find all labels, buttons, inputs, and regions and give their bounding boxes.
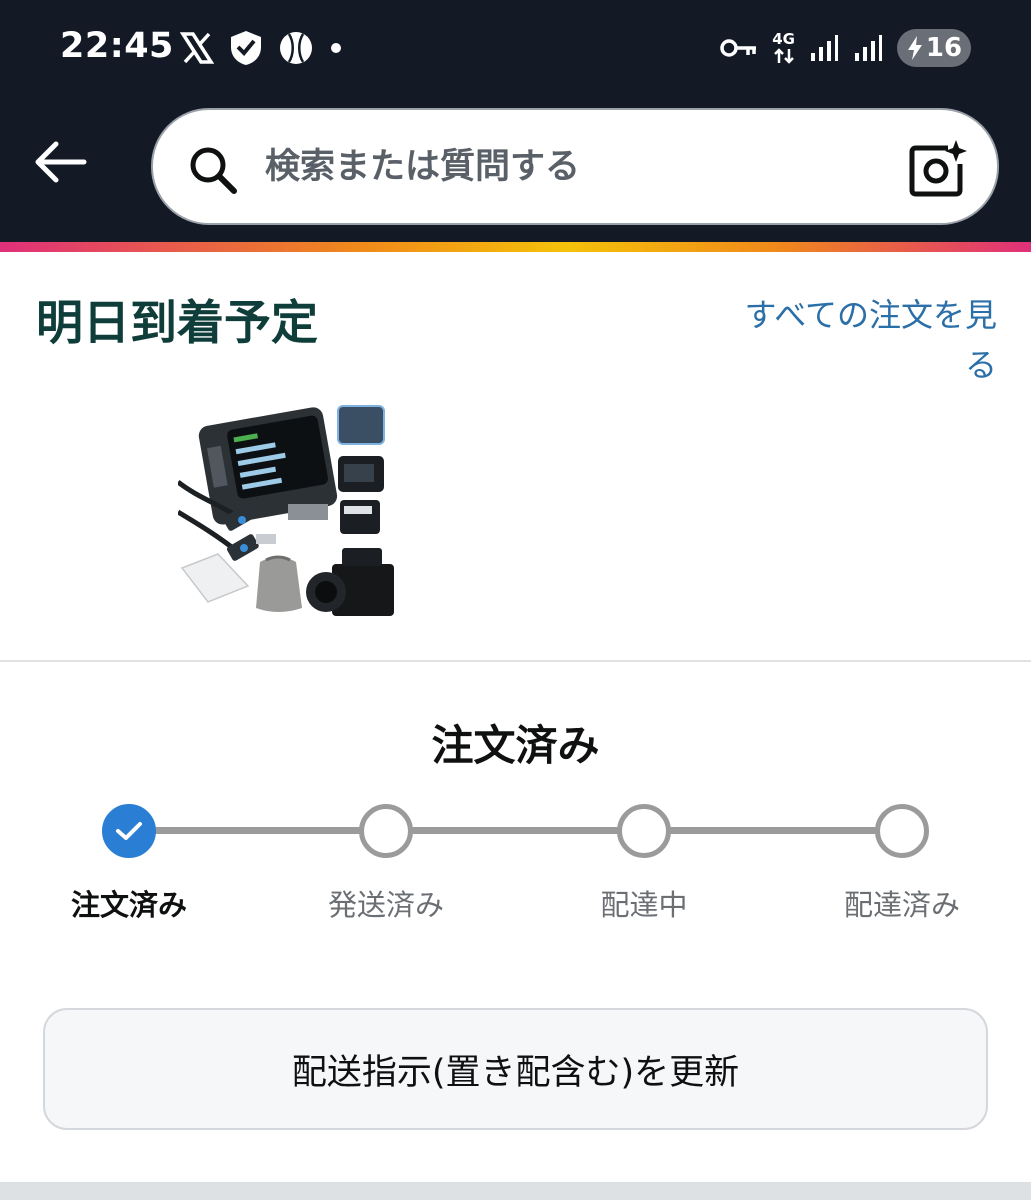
- step-in-transit-label: 配達中: [600, 888, 688, 922]
- camera-lens-icon[interactable]: [908, 138, 968, 198]
- order-status-heading: 注文済み: [431, 721, 600, 770]
- step-ordered-dot: [102, 804, 156, 858]
- update-delivery-instructions-button[interactable]: 配送指示(置き配含む)を更新: [43, 1008, 988, 1130]
- search-input[interactable]: [265, 136, 865, 198]
- x-logo-icon: [180, 32, 214, 64]
- step-shipped-dot: [359, 804, 413, 858]
- status-right-icons: 4G 16: [720, 28, 971, 68]
- back-button[interactable]: [28, 130, 92, 194]
- view-all-orders-link[interactable]: すべての注文を見る: [727, 290, 997, 390]
- bottom-separator: [0, 1182, 1031, 1200]
- search-icon: [190, 147, 237, 194]
- track-line-segment: [668, 827, 880, 834]
- checkmark-icon: [116, 822, 142, 840]
- signal-bars-icon: [811, 35, 838, 61]
- network-4g-icon: 4G: [772, 29, 795, 65]
- search-bar[interactable]: [151, 108, 999, 225]
- accent-gradient-strip: [0, 242, 1031, 252]
- step-delivered-dot: [875, 804, 929, 858]
- status-left-icons: [180, 28, 344, 68]
- step-shipped-label: 発送済み: [327, 888, 444, 922]
- track-line-segment: [410, 827, 622, 834]
- step-in-transit-dot: [617, 804, 671, 858]
- baseball-icon: [280, 32, 312, 64]
- battery-level: 16: [925, 33, 963, 63]
- charging-bolt-icon: [907, 36, 922, 60]
- status-time: 22:45: [60, 26, 174, 66]
- top-header: 22:45 4G 16 検索または質問する: [0, 0, 1031, 242]
- back-arrow-icon: [35, 141, 87, 183]
- network-type-label: 4G: [772, 29, 795, 48]
- signal-bars-icon: [855, 35, 882, 61]
- notification-dot-icon: [331, 43, 341, 53]
- shield-check-icon: [231, 31, 261, 65]
- track-line-segment: [154, 827, 366, 834]
- delivery-estimate-title: 明日到着予定: [36, 296, 318, 351]
- section-divider: [0, 660, 1031, 662]
- data-arrows-icon: [773, 47, 794, 64]
- vpn-key-icon: [720, 39, 757, 57]
- battery-charging-icon: 16: [897, 29, 971, 67]
- step-ordered-label: 注文済み: [70, 888, 187, 922]
- step-delivered-label: 配達済み: [843, 888, 960, 922]
- product-image[interactable]: [178, 402, 394, 616]
